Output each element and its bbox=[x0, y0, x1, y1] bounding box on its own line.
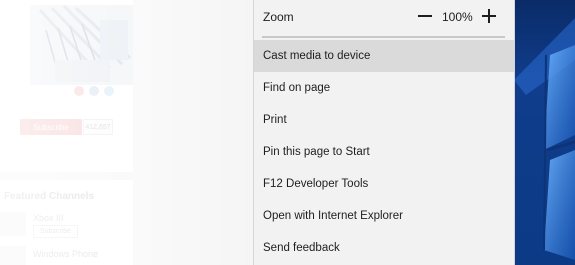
background-web-page: Subscribe 412,657 Featured Channels Xbox… bbox=[0, 0, 255, 265]
menu-item-open-with-ie[interactable]: Open with Internet Explorer bbox=[254, 200, 514, 232]
menu-item-print[interactable]: Print bbox=[254, 104, 514, 136]
channel-info bbox=[0, 108, 133, 172]
menu-item-find-on-page[interactable]: Find on page bbox=[254, 72, 514, 104]
zoom-label: Zoom bbox=[263, 10, 294, 24]
desktop-background bbox=[514, 0, 575, 265]
zoom-in-button[interactable] bbox=[480, 5, 498, 27]
video-thumbnail bbox=[0, 0, 133, 100]
channel-avatar[interactable] bbox=[0, 212, 26, 236]
more-actions-menu: Zoom 100% Cast media to device Find on p… bbox=[253, 0, 515, 265]
menu-item-developer-tools[interactable]: F12 Developer Tools bbox=[254, 168, 514, 200]
zoom-out-button[interactable] bbox=[416, 5, 434, 27]
zoom-row: Zoom 100% bbox=[254, 0, 514, 34]
menu-divider bbox=[262, 36, 505, 38]
channel-avatar[interactable] bbox=[0, 246, 26, 265]
windows-logo-light bbox=[514, 18, 575, 260]
channel-subscribe-button[interactable]: Subscribe bbox=[33, 225, 78, 238]
subscribe-button[interactable]: Subscribe bbox=[20, 119, 82, 135]
video-card: Subscribe 412,657 bbox=[0, 0, 133, 172]
channel-name[interactable]: Windows Phone bbox=[33, 249, 98, 259]
related-channels-title: Featured Channels bbox=[4, 191, 95, 202]
zoom-level: 100% bbox=[442, 10, 473, 24]
minus-icon bbox=[418, 15, 432, 17]
channel-name[interactable]: Xbox III bbox=[33, 213, 64, 223]
menu-item-cast-media[interactable]: Cast media to device bbox=[254, 40, 514, 72]
menu-item-send-feedback[interactable]: Send feedback bbox=[254, 232, 514, 264]
menu-item-pin-to-start[interactable]: Pin this page to Start bbox=[254, 136, 514, 168]
subscriber-count: 412,657 bbox=[83, 119, 113, 135]
thumbnail-image bbox=[0, 0, 133, 100]
